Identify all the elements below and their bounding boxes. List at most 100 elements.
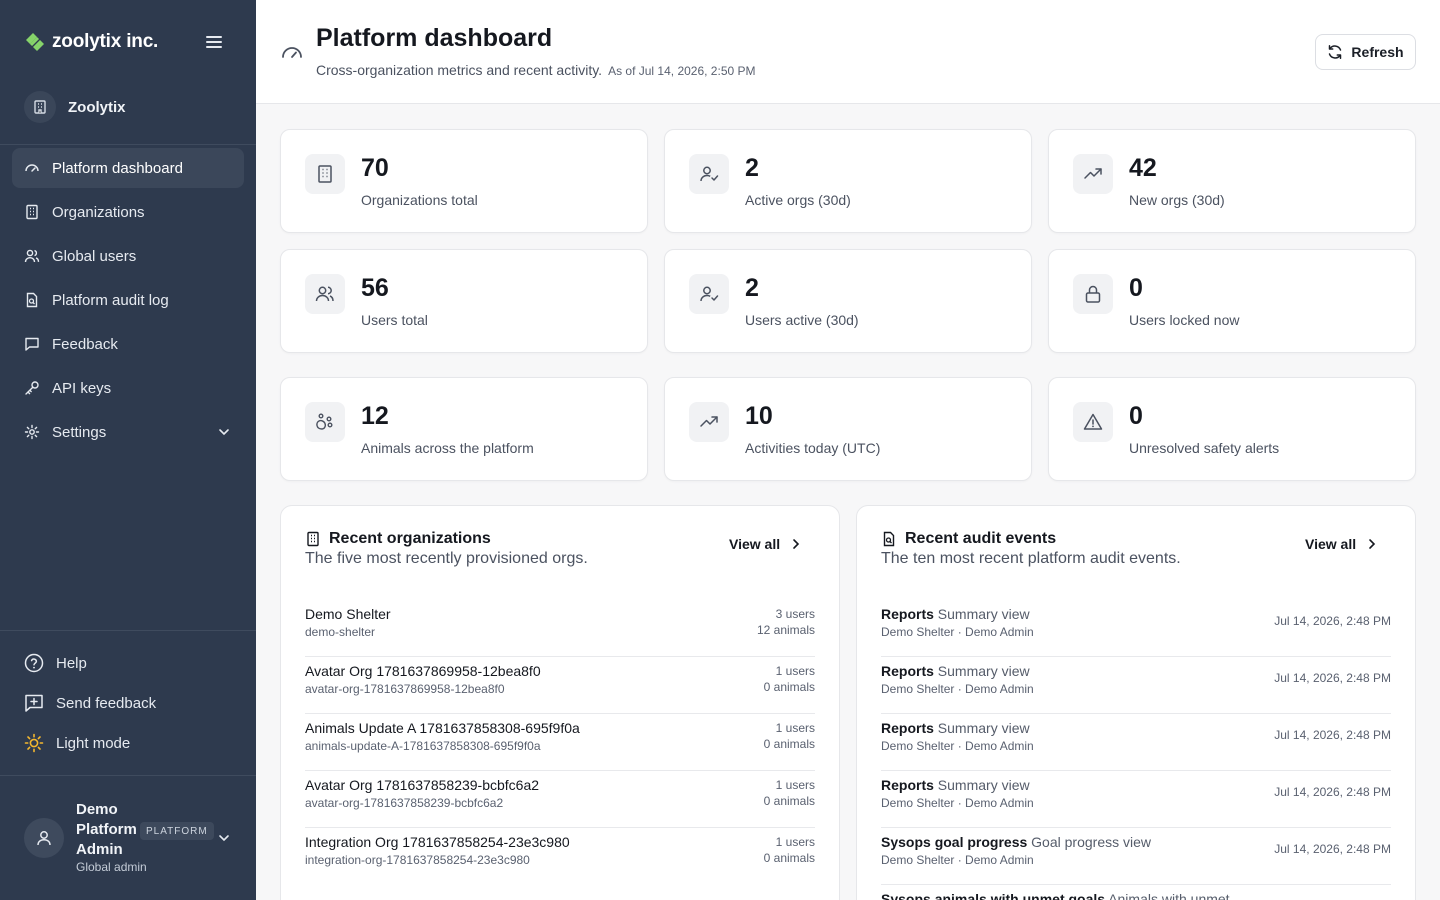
gauge-icon [25, 164, 39, 172]
sidebar-divider [0, 144, 256, 145]
list-item[interactable]: Reports Summary view Demo Shelter · Demo… [881, 771, 1391, 828]
sidebar-item-label: Platform dashboard [52, 159, 183, 177]
org-slug: avatar-org-1781637869958-12bea8f0 [305, 682, 505, 696]
gauge-icon [282, 47, 302, 58]
org-building-icon [24, 91, 56, 123]
building-icon [307, 531, 319, 547]
help-circle-icon [24, 653, 44, 673]
sidebar-item-platform-dashboard[interactable]: Platform dashboard [12, 148, 244, 188]
panel-title-text: Recent organizations [329, 530, 491, 547]
chevron-right-icon [793, 539, 800, 549]
stat-card-safety-alerts: 0 Unresolved safety alerts [1048, 377, 1416, 481]
menu-icon[interactable] [204, 32, 224, 52]
audit-event-title: Reports Summary view [881, 720, 1030, 736]
audit-event-meta: Demo Shelter · Demo Admin [881, 853, 1034, 867]
stat-value: 2 [745, 274, 759, 302]
audit-event-detail: Goal progress view [1031, 834, 1151, 850]
org-switcher[interactable]: Zoolytix [24, 90, 126, 124]
panel-title-text: Recent audit events [905, 530, 1057, 547]
refresh-icon [1329, 45, 1342, 59]
sidebar-item-feedback[interactable]: Feedback [12, 324, 244, 364]
user-menu[interactable]: Demo Platform Admin PLATFORM Global admi… [24, 800, 238, 880]
audit-event-meta: Demo Shelter · Demo Admin [881, 739, 1034, 753]
list-item[interactable]: Reports Summary view Demo Shelter · Demo… [881, 657, 1391, 714]
list-item[interactable]: Sysops animals with unmet goals Animals … [881, 885, 1391, 900]
view-all-audit-events-link[interactable]: View all [1305, 536, 1380, 552]
list-item[interactable]: Animals Update A 1781637858308-695f9f0a … [305, 714, 815, 771]
panel-title: Recent audit events [881, 530, 1056, 548]
org-user-count: 1 users [775, 835, 815, 849]
stat-value: 0 [1129, 402, 1143, 430]
list-item[interactable]: Avatar Org 1781637858239-bcbfc6a2 avatar… [305, 771, 815, 828]
sidebar-item-api-keys[interactable]: API keys [12, 368, 244, 408]
audit-event-time: Jul 14, 2026, 2:48 PM [1274, 671, 1391, 685]
stat-card-active-orgs: 2 Active orgs (30d) [664, 129, 1032, 233]
audit-event-detail: Summary view [937, 720, 1030, 736]
stat-label: Users total [361, 312, 428, 328]
audit-event-time: Jul 14, 2026, 2:48 PM [1274, 728, 1391, 742]
view-all-organizations-link[interactable]: View all [729, 536, 804, 552]
sidebar-item-label: Global users [52, 247, 137, 265]
audit-event-detail: Animals with unmet [1108, 891, 1230, 900]
stat-value: 56 [361, 274, 389, 302]
stat-value: 12 [361, 402, 389, 430]
audit-event-title: Reports Summary view [881, 606, 1030, 622]
zoolytix-logo-icon [26, 33, 44, 51]
page-subtitle-text: Cross-organization metrics and recent ac… [316, 62, 603, 78]
user-icon [37, 831, 51, 846]
sidebar-item-global-users[interactable]: Global users [12, 236, 244, 276]
stat-card-organizations-total: 70 Organizations total [280, 129, 648, 233]
audit-event-detail: Summary view [937, 663, 1030, 679]
brand-logo[interactable]: zoolytix inc. [24, 28, 158, 56]
audit-event-title: Reports Summary view [881, 777, 1030, 793]
stat-value: 42 [1129, 154, 1157, 182]
org-user-count: 1 users [775, 721, 815, 735]
sidebar-item-organizations[interactable]: Organizations [12, 192, 244, 232]
chevron-down-icon[interactable] [216, 424, 232, 440]
stat-label: Animals across the platform [361, 440, 534, 456]
help-link[interactable]: Help [24, 650, 156, 676]
sidebar-item-platform-audit-log[interactable]: Platform audit log [12, 280, 244, 320]
sun-icon [24, 733, 44, 753]
org-animal-count: 12 animals [756, 623, 815, 637]
panel-subtitle: The five most recently provisioned orgs. [305, 550, 588, 567]
panel-subtitle: The ten most recent platform audit event… [881, 550, 1181, 567]
sidebar-nav: Platform dashboard Organizations Global … [12, 148, 244, 456]
audit-event-meta: Demo Shelter · Demo Admin [881, 625, 1034, 639]
light-mode-toggle[interactable]: Light mode [24, 730, 156, 756]
refresh-button[interactable]: Refresh [1315, 34, 1416, 70]
audit-event-name: Reports [881, 663, 934, 679]
view-all-label: View all [729, 536, 781, 552]
alert-triangle-icon [1073, 402, 1113, 442]
audit-event-name: Reports [881, 606, 934, 622]
list-item[interactable]: Sysops goal progress Goal progress view … [881, 828, 1391, 885]
audit-event-detail: Summary view [937, 777, 1030, 793]
recent-audit-events-panel: Recent audit events The ten most recent … [856, 505, 1416, 900]
trending-up-icon [1073, 154, 1113, 194]
org-animal-count: 0 animals [763, 794, 815, 808]
sidebar-item-settings[interactable]: Settings [12, 412, 244, 452]
list-item[interactable]: Reports Summary view Demo Shelter · Demo… [881, 714, 1391, 771]
stat-card-users-active: 2 Users active (30d) [664, 249, 1032, 353]
users-icon [305, 274, 345, 314]
audit-event-name: Reports [881, 720, 934, 736]
user-name: Demo Platform Admin [76, 801, 137, 858]
light-mode-label: Light mode [56, 734, 131, 752]
list-item[interactable]: Avatar Org 1781637869958-12bea8f0 avatar… [305, 657, 815, 714]
audit-event-name: Sysops animals with unmet goals [881, 891, 1106, 900]
send-feedback-label: Send feedback [56, 694, 157, 712]
org-animal-count: 0 animals [763, 737, 815, 751]
org-animal-count: 0 animals [763, 680, 815, 694]
stat-label: Activities today (UTC) [745, 440, 881, 456]
chevron-down-icon[interactable] [216, 830, 232, 846]
org-slug: integration-org-1781637858254-23e3c980 [305, 853, 530, 867]
list-item[interactable]: Integration Org 1781637858254-23e3c980 i… [305, 828, 815, 885]
send-feedback-link[interactable]: Send feedback [24, 690, 156, 716]
list-item[interactable]: Reports Summary view Demo Shelter · Demo… [881, 600, 1391, 657]
sidebar-divider [0, 630, 256, 631]
audit-event-title: Sysops animals with unmet goals Animals … [881, 891, 1230, 900]
org-name: Animals Update A 1781637858308-695f9f0a [305, 720, 580, 736]
list-item[interactable]: Demo Shelter demo-shelter 3 users 12 ani… [305, 600, 815, 657]
org-name: Avatar Org 1781637869958-12bea8f0 [305, 663, 541, 679]
organizations-list: Demo Shelter demo-shelter 3 users 12 ani… [305, 600, 815, 885]
